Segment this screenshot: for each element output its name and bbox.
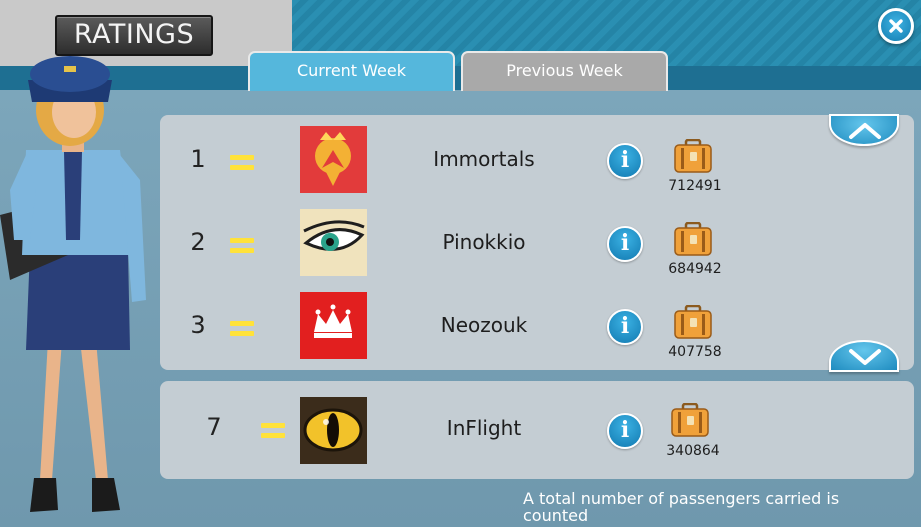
passenger-count: 340864 <box>666 443 720 459</box>
player-rank-panel: 7 InFlight i 340864 <box>160 381 914 479</box>
rank-unchanged-indicator <box>230 155 254 171</box>
table-row[interactable]: 3 Neozouk i 407758 <box>160 285 914 365</box>
rank-number: 7 <box>206 413 222 441</box>
rank-unchanged-indicator <box>261 423 285 439</box>
leaderboard-panel: 1 Immortals i 712491 2 Pinokkio i 684942… <box>160 115 914 370</box>
rank-number: 2 <box>190 228 206 256</box>
table-row[interactable]: 2 Pinokkio i 684942 <box>160 202 914 282</box>
info-icon[interactable]: i <box>607 226 643 262</box>
table-row[interactable]: 1 Immortals i 712491 <box>160 119 914 199</box>
team-logo-crown <box>300 292 367 359</box>
suitcase-icon <box>674 222 712 256</box>
info-icon[interactable]: i <box>607 309 643 345</box>
team-name: Immortals <box>433 147 535 171</box>
team-logo-eye <box>300 209 367 276</box>
passenger-count: 684942 <box>668 261 722 277</box>
suitcase-icon <box>674 139 712 173</box>
suitcase-icon <box>674 305 712 339</box>
tab-current-week[interactable]: Current Week <box>248 51 455 91</box>
chevron-down-icon <box>849 349 881 365</box>
close-button[interactable] <box>878 8 914 44</box>
team-name: InFlight <box>446 416 522 440</box>
team-name: Pinokkio <box>442 230 526 254</box>
chevron-up-icon <box>849 123 881 139</box>
info-icon[interactable]: i <box>607 143 643 179</box>
rank-unchanged-indicator <box>230 321 254 337</box>
suitcase-icon <box>671 403 709 437</box>
player-row[interactable]: 7 InFlight i 340864 <box>160 389 914 469</box>
close-icon <box>889 19 903 33</box>
rank-number: 3 <box>190 311 206 339</box>
info-icon[interactable]: i <box>607 413 643 449</box>
rank-number: 1 <box>190 145 206 173</box>
ratings-footnote: A total number of passengers carried is … <box>523 489 840 525</box>
passenger-count: 407758 <box>668 344 722 360</box>
team-logo-phoenix-crown <box>300 126 367 193</box>
pilot-character-image <box>0 56 146 512</box>
team-name: Neozouk <box>440 313 528 337</box>
passenger-count: 712491 <box>668 178 722 194</box>
team-logo-cat-eye <box>300 397 367 464</box>
rank-unchanged-indicator <box>230 238 254 254</box>
tab-previous-week[interactable]: Previous Week <box>461 51 668 91</box>
